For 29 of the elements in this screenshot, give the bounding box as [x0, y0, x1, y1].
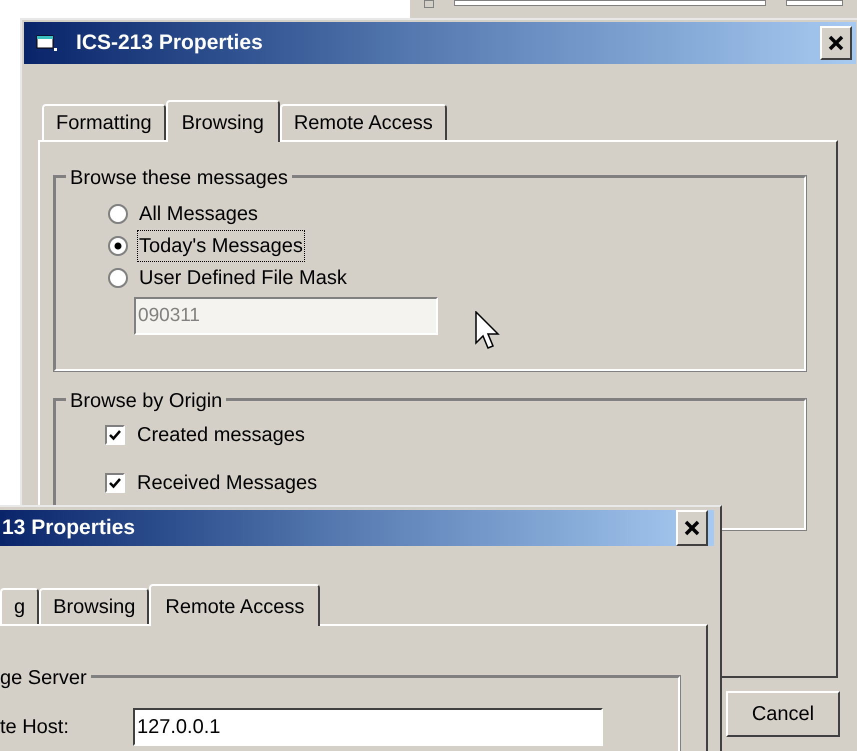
checkbox[interactable]: [105, 425, 125, 445]
check-mark-icon: [108, 476, 122, 490]
check-mark-icon: [108, 428, 122, 442]
window-icon: [36, 34, 58, 52]
radio-label[interactable]: User Defined File Mask: [138, 263, 348, 293]
close-icon: [684, 520, 700, 536]
cancel-button[interactable]: Cancel: [726, 691, 840, 737]
mouse-pointer-icon: [475, 311, 501, 351]
field-label: te Host:: [0, 715, 70, 740]
close-icon: [828, 35, 844, 51]
tab[interactable]: g: [0, 588, 40, 624]
checkbox-label[interactable]: Received Messages: [137, 468, 318, 498]
window-title: ICS-213 Properties: [76, 30, 263, 56]
tab[interactable]: Remote Access: [280, 104, 447, 140]
checkbox-label[interactable]: Created messages: [137, 420, 305, 450]
window-title: 13 Properties: [1, 515, 136, 542]
tab[interactable]: Browsing: [166, 100, 280, 142]
tab[interactable]: Remote Access: [149, 584, 320, 626]
close-button[interactable]: [820, 26, 852, 60]
radio-button[interactable]: [108, 204, 128, 224]
radio-label[interactable]: Today's Messages: [138, 231, 304, 261]
radio-button[interactable]: [108, 236, 128, 256]
close-button[interactable]: [676, 510, 708, 546]
checkbox[interactable]: [105, 473, 125, 493]
radio-label[interactable]: All Messages: [138, 199, 259, 229]
tab[interactable]: Browsing: [39, 588, 150, 624]
remote-host-field[interactable]: 127.0.0.1: [133, 708, 603, 746]
tab[interactable]: Formatting: [42, 104, 166, 140]
radio-button[interactable]: [108, 268, 128, 288]
